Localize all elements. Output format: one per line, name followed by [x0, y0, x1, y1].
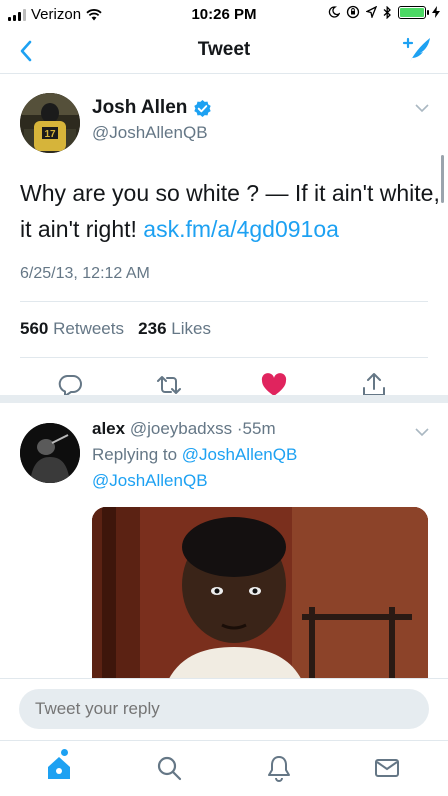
reply-tweet[interactable]: alex @joeybadxss ·55m Replying to @JoshA… [0, 405, 448, 680]
profile-photo [20, 423, 80, 483]
charging-icon [432, 6, 440, 18]
home-notification-dot [61, 749, 68, 756]
profile-photo: 17 [20, 93, 80, 153]
replying-mention[interactable]: @JoshAllenQB [182, 445, 298, 464]
avatar[interactable] [20, 423, 80, 483]
retweets-count: 560 [20, 319, 49, 338]
reply-media[interactable] [92, 507, 428, 680]
moon-icon [328, 6, 340, 18]
reply-text[interactable]: @JoshAllenQB [92, 471, 208, 491]
author-name-row: Josh Allen [92, 97, 212, 119]
chevron-down-icon[interactable] [414, 427, 430, 437]
messages-icon[interactable] [372, 753, 402, 783]
battery-icon [398, 5, 429, 19]
rotation-lock-icon [346, 5, 360, 19]
nav-bar: Tweet [0, 28, 448, 74]
tab-bar [0, 740, 448, 796]
likes-label: Likes [171, 319, 211, 338]
likes-stat[interactable]: 236 Likes [138, 319, 211, 338]
avatar[interactable]: 17 [20, 93, 80, 153]
tweet-stats: 560 Retweets 236 Likes [20, 319, 211, 339]
divider [20, 357, 428, 358]
home-icon[interactable] [44, 753, 74, 783]
reply-composer [0, 678, 448, 740]
retweets-stat[interactable]: 560 Retweets [20, 319, 124, 338]
likes-count: 236 [138, 319, 167, 338]
verified-icon [194, 99, 212, 117]
replying-to: Replying to @JoshAllenQB [92, 445, 297, 465]
chevron-down-icon[interactable] [414, 103, 430, 113]
reply-author-handle[interactable]: @joeybadxss [130, 419, 232, 438]
reply-author-name[interactable]: alex [92, 419, 125, 438]
reply-age: 55m [242, 419, 276, 438]
tweet-link[interactable]: ask.fm/a/4gd091oa [143, 216, 339, 242]
reply-input[interactable] [19, 689, 429, 729]
bluetooth-icon [383, 5, 391, 19]
author-name: Josh Allen [92, 97, 188, 118]
svg-text:17: 17 [44, 129, 56, 140]
scroll-indicator [441, 155, 444, 203]
section-divider [0, 395, 448, 403]
compose-tweet-icon[interactable] [400, 34, 434, 66]
location-icon [366, 6, 377, 18]
reply-image [92, 507, 428, 680]
author-block[interactable]: Josh Allen @JoshAllenQB [92, 97, 212, 143]
status-bar: Verizon 10:26 PM [0, 0, 448, 28]
notifications-icon[interactable] [264, 753, 294, 783]
search-icon[interactable] [154, 753, 184, 783]
status-icons [328, 5, 440, 19]
divider [20, 301, 428, 302]
reply-header: alex @joeybadxss ·55m [92, 419, 276, 439]
author-handle: @JoshAllenQB [92, 123, 208, 142]
retweets-label: Retweets [53, 319, 124, 338]
replying-prefix: Replying to [92, 445, 178, 464]
tweet-timestamp: 6/25/13, 12:12 AM [20, 265, 150, 282]
tweet-text: Why are you so white ? — If it ain't whi… [20, 175, 440, 247]
page-title: Tweet [197, 39, 251, 60]
